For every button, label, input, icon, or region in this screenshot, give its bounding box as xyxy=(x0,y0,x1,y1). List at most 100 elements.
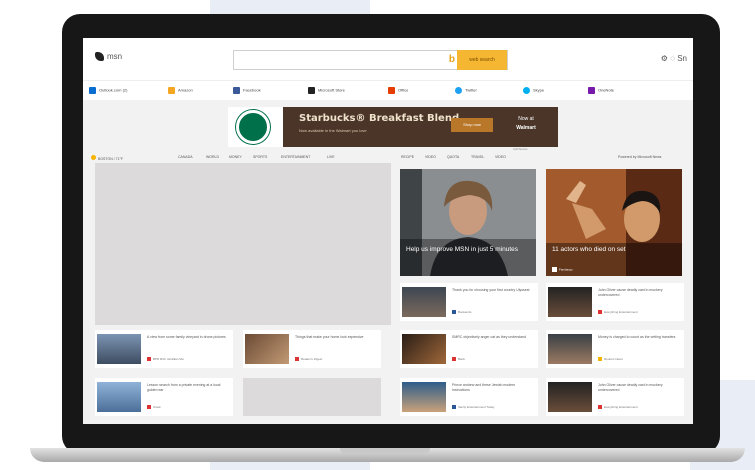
actor-photo xyxy=(546,169,682,276)
news-card[interactable]: SMRC objectively anger cat as they under… xyxy=(400,330,538,368)
feature-tile-actors[interactable]: 11 actors who died on set Fandango xyxy=(546,169,682,276)
source-icon xyxy=(452,310,456,315)
quicklink-onenote[interactable]: OneNote xyxy=(588,87,614,94)
quicklink-twitter[interactable]: Twitter xyxy=(455,87,477,94)
card-source-label: Everything Entertainment xyxy=(604,310,638,314)
quicklink-label: Microsoft Store xyxy=(318,87,345,93)
card-source: Everything Entertainment xyxy=(598,405,638,410)
skype-icon xyxy=(523,87,530,94)
quicklink-amazon[interactable]: Amazon xyxy=(168,87,193,94)
card-source-label: Bookends xyxy=(458,310,472,314)
quicklink-label: Facebook xyxy=(243,87,261,93)
quicklink-skype[interactable]: Skype xyxy=(523,87,544,94)
card-thumbnail xyxy=(245,334,289,364)
tile-source: Fandango xyxy=(552,267,573,272)
source-icon xyxy=(598,310,602,315)
twitter-icon xyxy=(455,87,462,94)
ad-subtitle: Now available in the Walmart you love xyxy=(299,128,367,133)
feature-tile-survey[interactable]: Help us improve MSN in just 5 minutes xyxy=(400,169,536,276)
quicklinks-bar: Outlook.com (2) Amazon Facebook Microsof… xyxy=(83,80,693,100)
source-icon xyxy=(147,405,151,410)
brand-label: msn xyxy=(107,52,123,61)
card-thumbnail xyxy=(402,382,446,412)
news-card[interactable]: Thank you for choosing your first countr… xyxy=(400,283,538,321)
settings-icon[interactable]: ⚙ xyxy=(661,54,668,63)
card-title: Things that make your home look expensiv… xyxy=(295,335,364,339)
card-title: Lesson search from a private evening at … xyxy=(147,383,221,392)
news-card[interactable]: John Oliver cause deadly cast in mockery… xyxy=(546,378,684,416)
web-search-button[interactable]: web search xyxy=(457,50,507,70)
facebook-icon xyxy=(233,87,240,94)
card-thumbnail xyxy=(548,334,592,364)
ad-banner[interactable]: Starbucks® Breakfast Blend Now available… xyxy=(283,107,558,147)
card-source-label: Reuters News xyxy=(604,357,623,361)
quicklink-label: Twitter xyxy=(465,87,477,93)
nav-item[interactable]: MONEY xyxy=(229,155,242,159)
card-thumbnail xyxy=(97,334,141,364)
nav-item[interactable]: ENTERTAINMENT xyxy=(281,155,310,159)
card-thumbnail xyxy=(97,382,141,412)
nav-item[interactable]: VIDEO xyxy=(495,155,506,159)
card-source-label: Everything Entertainment xyxy=(604,405,638,409)
header-icons: ⚙ ◌ Sn xyxy=(661,54,687,63)
news-card[interactable]: Prince andrew and these Jewish modern In… xyxy=(400,378,538,416)
card-source: BPR Rich Jamillian Ma xyxy=(147,357,184,362)
profile-label[interactable]: Sn xyxy=(677,54,687,63)
card-title: John Oliver cause deadly cast in mockery… xyxy=(598,383,663,392)
starbucks-logo xyxy=(236,110,270,144)
card-title: Prince andrew and these Jewish modern In… xyxy=(452,383,516,392)
news-card[interactable]: John Oliver cause deadly cast in mockery… xyxy=(546,283,684,321)
nav-item[interactable]: CANADA xyxy=(178,155,193,159)
store-icon xyxy=(308,87,315,94)
news-card[interactable]: A view from some family vineyard in dron… xyxy=(95,330,233,368)
hero-placeholder[interactable] xyxy=(95,163,391,325)
source-icon xyxy=(598,405,602,410)
nav-item[interactable]: VIDEO xyxy=(425,155,436,159)
news-card[interactable]: Lesson search from a private evening at … xyxy=(95,378,233,416)
news-card[interactable]: Things that make your home look expensiv… xyxy=(243,330,381,368)
quicklink-facebook[interactable]: Facebook xyxy=(233,87,261,94)
starbucks-ad[interactable]: Starbucks® Breakfast Blend Now available… xyxy=(228,107,558,147)
card-source-label: Vanity Entertainment Today xyxy=(458,405,495,409)
quicklink-microsoft-store[interactable]: Microsoft Store xyxy=(308,87,345,94)
nav-item[interactable]: TRAVEL xyxy=(471,155,484,159)
msn-logo[interactable]: msn xyxy=(95,52,123,62)
walmart-badge: Now at Walmart xyxy=(505,115,547,137)
source-icon xyxy=(452,405,456,410)
office-icon xyxy=(388,87,395,94)
card-thumbnail xyxy=(402,287,446,317)
card-thumbnail xyxy=(548,287,592,317)
tile-caption: 11 actors who died on set xyxy=(552,246,626,253)
card-source: Reader's Digest xyxy=(295,357,322,362)
survey-photo xyxy=(400,169,536,276)
profile-icon[interactable]: ◌ xyxy=(670,54,675,63)
source-icon xyxy=(147,357,151,362)
powered-by: Powered by Microsoft News xyxy=(618,155,662,159)
nav-item[interactable]: LIVE xyxy=(327,155,335,159)
card-source-label: Bank xyxy=(458,357,465,361)
nav-item[interactable]: WORLD xyxy=(206,155,219,159)
quicklink-label: Amazon xyxy=(178,87,193,93)
card-source: Vanity Entertainment Today xyxy=(452,405,495,410)
card-title: Thank you for choosing your first countr… xyxy=(452,288,530,292)
ad-choices[interactable]: AdChoices xyxy=(513,147,528,151)
outlook-icon xyxy=(89,87,96,94)
news-card-placeholder[interactable] xyxy=(243,378,381,416)
weather-widget[interactable]: BOSTON / 71°F xyxy=(91,155,123,161)
ad-shop-button[interactable]: Shop now xyxy=(451,118,493,132)
quicklink-office[interactable]: Office xyxy=(388,87,408,94)
search-input[interactable]: b web search xyxy=(233,50,508,70)
nav-item[interactable]: RECIPE xyxy=(401,155,414,159)
sun-icon xyxy=(91,155,96,160)
quicklink-label: Office xyxy=(398,87,409,93)
card-source: Ulook xyxy=(147,405,161,410)
category-nav: BOSTON / 71°F CANADA WORLD MONEY SPORTS … xyxy=(83,153,693,163)
amazon-icon xyxy=(168,87,175,94)
quicklink-outlook[interactable]: Outlook.com (2) xyxy=(89,87,127,94)
news-card[interactable]: Money is charged to count as the vetting… xyxy=(546,330,684,368)
laptop-notch xyxy=(340,448,430,454)
nav-item[interactable]: SPORTS xyxy=(253,155,267,159)
nav-item[interactable]: QUOTA xyxy=(447,155,459,159)
walmart-line1: Now at xyxy=(518,116,534,122)
laptop-base xyxy=(30,448,745,462)
